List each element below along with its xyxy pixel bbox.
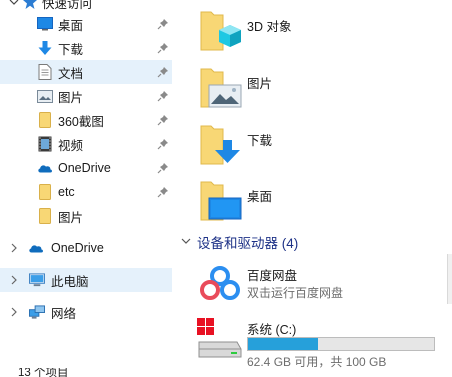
folder-icon: [37, 112, 53, 128]
baidu-netdisk-icon: [197, 262, 243, 308]
pin-icon[interactable]: [157, 186, 169, 198]
onedrive-cloud-icon: [28, 240, 44, 256]
content-pane: 3D 对象 图片 下载 桌面 设备和驱动器 (4) 百度网盘 双击运行百度网盘 …: [175, 0, 452, 370]
nav-item-label: 下载: [58, 42, 84, 57]
nav-tree-onedrive[interactable]: OneDrive: [0, 236, 172, 260]
chevron-right-icon[interactable]: [9, 307, 19, 317]
star-icon: [22, 0, 38, 10]
pin-icon[interactable]: [157, 162, 169, 174]
status-item-count: 13 个项目: [18, 368, 69, 377]
desktop-icon: [37, 16, 53, 32]
nav-item-label: OneDrive: [58, 161, 111, 175]
status-bar: 13 个项目: [0, 368, 452, 377]
nav-item-label: 桌面: [58, 18, 84, 33]
folder-name: 下载: [247, 134, 273, 148]
nav-item-label: 360截图: [58, 114, 104, 129]
system-drive-icon: [197, 316, 243, 362]
nav-item-label: 视频: [58, 138, 84, 153]
navigation-pane: 快速访问 桌面 下载 文档 图片 360截图 视频 OneDrive etc 图…: [0, 0, 175, 370]
3d-objects-folder-icon: [197, 6, 245, 54]
nav-item-desktop[interactable]: 桌面: [0, 12, 172, 36]
devices-section-header[interactable]: 设备和驱动器 (4): [181, 232, 298, 252]
onedrive-cloud-icon: [37, 160, 53, 176]
folder-icon: [37, 184, 53, 200]
nav-item-documents[interactable]: 文档: [0, 60, 172, 84]
nav-tree-network[interactable]: 网络: [0, 300, 172, 324]
drive-usage-bar: [247, 337, 435, 351]
device-subtitle: 双击运行百度网盘: [247, 286, 344, 300]
folder-desktop[interactable]: 桌面: [197, 176, 447, 228]
device-system-drive[interactable]: 系统 (C:) 62.4 GB 可用，共 100 GB: [197, 316, 452, 369]
device-name: 系统 (C:): [247, 323, 297, 337]
nav-tree-label: 网络: [51, 306, 77, 321]
network-icon: [29, 304, 45, 320]
pin-icon[interactable]: [157, 90, 169, 102]
computer-icon: [29, 272, 45, 288]
device-baidu-netdisk[interactable]: 百度网盘 双击运行百度网盘: [197, 262, 452, 314]
chevron-right-icon[interactable]: [9, 275, 19, 285]
folder-name: 桌面: [247, 190, 273, 204]
folder-pictures[interactable]: 图片: [197, 63, 447, 115]
devices-section-title: 设备和驱动器 (4): [197, 236, 299, 251]
video-icon: [37, 136, 53, 152]
pin-icon[interactable]: [157, 114, 169, 126]
document-icon: [37, 64, 53, 80]
nav-quick-access-label: 快速访问: [42, 0, 93, 11]
nav-item-360-screenshots[interactable]: 360截图: [0, 108, 172, 132]
nav-tree-this-pc[interactable]: 此电脑: [0, 268, 172, 292]
chevron-right-icon[interactable]: [9, 243, 19, 253]
chevron-down-icon[interactable]: [9, 0, 19, 7]
pin-icon[interactable]: [157, 138, 169, 150]
pin-icon[interactable]: [157, 18, 169, 30]
drive-usage-fill: [248, 338, 318, 350]
desktop-folder-icon: [197, 176, 245, 224]
folder-3d-objects[interactable]: 3D 对象: [197, 6, 447, 58]
download-arrow-icon: [37, 40, 53, 56]
nav-item-pictures-folder[interactable]: 图片: [0, 204, 172, 228]
folder-downloads[interactable]: 下载: [197, 120, 447, 172]
scrollbar[interactable]: [447, 254, 452, 304]
nav-item-label: 文档: [58, 66, 84, 81]
pin-icon[interactable]: [157, 42, 169, 54]
nav-item-downloads[interactable]: 下载: [0, 36, 172, 60]
nav-tree-label: 此电脑: [51, 274, 89, 289]
nav-item-etc[interactable]: etc: [0, 180, 172, 204]
nav-item-label: 图片: [58, 90, 84, 105]
nav-item-pictures[interactable]: 图片: [0, 84, 172, 108]
chevron-down-icon[interactable]: [181, 235, 191, 249]
nav-item-label: etc: [58, 185, 75, 199]
nav-item-label: 图片: [58, 210, 84, 225]
folder-icon: [37, 208, 53, 224]
pictures-icon: [37, 88, 53, 104]
folder-name: 3D 对象: [247, 20, 292, 34]
pictures-folder-icon: [197, 63, 245, 111]
device-name: 百度网盘: [247, 269, 298, 283]
nav-item-videos[interactable]: 视频: [0, 132, 172, 156]
folder-name: 图片: [247, 77, 273, 91]
nav-item-onedrive-pinned[interactable]: OneDrive: [0, 156, 172, 180]
downloads-folder-icon: [197, 120, 245, 168]
pin-icon[interactable]: [157, 66, 169, 78]
nav-tree-label: OneDrive: [51, 241, 104, 255]
